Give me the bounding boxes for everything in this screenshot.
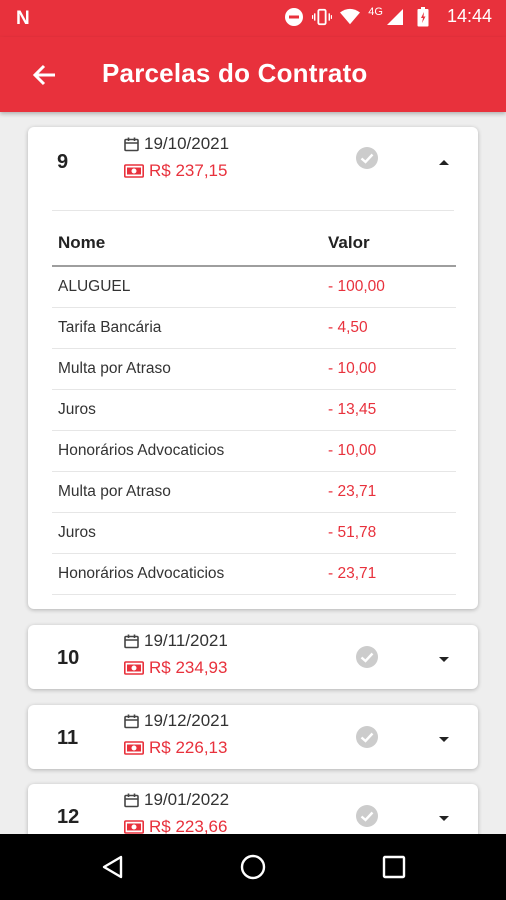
installment-amount: R$ 237,15: [124, 161, 227, 181]
installment-card-12[interactable]: 12 19/01/2022 R$ 223,66: [28, 784, 478, 834]
installment-number: 9: [57, 151, 69, 173]
paid-check-icon: [355, 725, 379, 749]
calendar-icon: [124, 137, 139, 151]
page-title: Parcelas do Contrato: [102, 58, 368, 88]
installment-amount-text: R$ 237,15: [149, 161, 228, 180]
row-name: Juros: [58, 401, 96, 418]
do-not-disturb-icon: [284, 7, 304, 27]
installment-amount-text: R$ 223,66: [149, 817, 228, 834]
installment-amount: R$ 234,93: [124, 658, 227, 678]
calendar-icon: [124, 634, 139, 648]
money-icon: [124, 741, 144, 755]
n-notification-icon: N: [16, 8, 30, 29]
installment-card-11[interactable]: 11 19/12/2021 R$ 226,13: [28, 705, 478, 769]
installment-number: 12: [57, 806, 80, 828]
expand-arrow-icon[interactable]: [436, 811, 452, 821]
installment-date: 19/10/2021: [124, 134, 229, 154]
table-row: Honorários Advocaticios - 23,71: [52, 554, 456, 595]
installment-number: 10: [57, 647, 80, 669]
expand-arrow-icon[interactable]: [436, 732, 452, 742]
installment-date-text: 19/12/2021: [144, 711, 230, 730]
installment-date: 19/11/2021: [124, 631, 228, 651]
installment-amount: R$ 223,66: [124, 817, 227, 834]
installment-amount-text: R$ 226,13: [149, 738, 228, 757]
row-name: Honorários Advocaticios: [58, 442, 225, 459]
row-name: Multa por Atraso: [58, 360, 171, 377]
system-nav-bar: [0, 834, 506, 900]
row-value: - 13,45: [328, 401, 377, 418]
expand-arrow-icon[interactable]: [436, 652, 452, 662]
back-triangle-icon[interactable]: [99, 853, 127, 881]
row-name: Tarifa Bancária: [58, 319, 162, 336]
installment-card-10[interactable]: 10 19/11/2021 R$ 234,93: [28, 625, 478, 689]
status-icons: 4G 14:44: [284, 6, 492, 27]
installment-card-9[interactable]: 9 19/10/2021 R$ 237,15 Nome Valor ALUGUE…: [28, 127, 478, 609]
table-header: Nome Valor: [52, 227, 456, 267]
wifi-icon: [340, 7, 361, 27]
battery-icon: [413, 6, 433, 27]
paid-check-icon: [355, 645, 379, 669]
clock: 14:44: [446, 6, 492, 26]
collapse-arrow-icon[interactable]: [436, 154, 452, 165]
calendar-icon: [124, 714, 139, 728]
status-bar: N 4G 14:44: [0, 0, 506, 37]
row-value: - 4,50: [328, 319, 368, 336]
table-row: Juros - 13,45: [52, 390, 456, 431]
row-value: - 100,00: [328, 278, 385, 295]
installment-date: 19/01/2022: [124, 790, 229, 810]
installment-date: 19/12/2021: [124, 711, 229, 731]
vibrate-icon: [312, 7, 333, 27]
column-header-name: Nome: [58, 233, 106, 252]
row-value: - 51,78: [328, 524, 377, 541]
installment-amount-text: R$ 234,93: [149, 658, 228, 677]
arrow-back-icon[interactable]: [30, 61, 60, 89]
row-name: ALUGUEL: [58, 278, 131, 295]
network-type: 4G: [368, 5, 383, 18]
paid-check-icon: [355, 146, 379, 170]
table-row: Tarifa Bancária - 4,50: [52, 308, 456, 349]
calendar-icon: [124, 793, 139, 807]
home-circle-icon[interactable]: [239, 853, 267, 881]
table-row: Multa por Atraso - 10,00: [52, 349, 456, 390]
installment-amount: R$ 226,13: [124, 738, 227, 758]
table-row: Multa por Atraso - 23,71: [52, 472, 456, 513]
divider: [52, 210, 454, 211]
table-row: Honorários Advocaticios - 10,00: [52, 431, 456, 472]
row-value: - 10,00: [328, 442, 377, 459]
app-bar: Parcelas do Contrato: [0, 37, 506, 112]
recents-square-icon[interactable]: [380, 853, 408, 881]
installment-date-text: 19/01/2022: [144, 790, 230, 809]
row-value: - 23,71: [328, 483, 377, 500]
row-value: - 23,71: [328, 565, 377, 582]
installments-list[interactable]: 9 19/10/2021 R$ 237,15 Nome Valor ALUGUE…: [0, 112, 506, 834]
installment-date-text: 19/11/2021: [144, 631, 228, 650]
money-icon: [124, 820, 144, 834]
row-name: Juros: [58, 524, 96, 541]
installment-number: 11: [57, 727, 79, 749]
table-row: Juros - 51,78: [52, 513, 456, 554]
signal-icon: [385, 7, 405, 27]
table-row: ALUGUEL - 100,00: [52, 267, 456, 308]
installment-date-text: 19/10/2021: [144, 134, 230, 153]
row-name: Honorários Advocaticios: [58, 565, 225, 582]
column-header-value: Valor: [328, 233, 370, 252]
row-name: Multa por Atraso: [58, 483, 171, 500]
money-icon: [124, 164, 144, 178]
paid-check-icon: [355, 804, 379, 828]
row-value: - 10,00: [328, 360, 377, 377]
money-icon: [124, 661, 144, 675]
